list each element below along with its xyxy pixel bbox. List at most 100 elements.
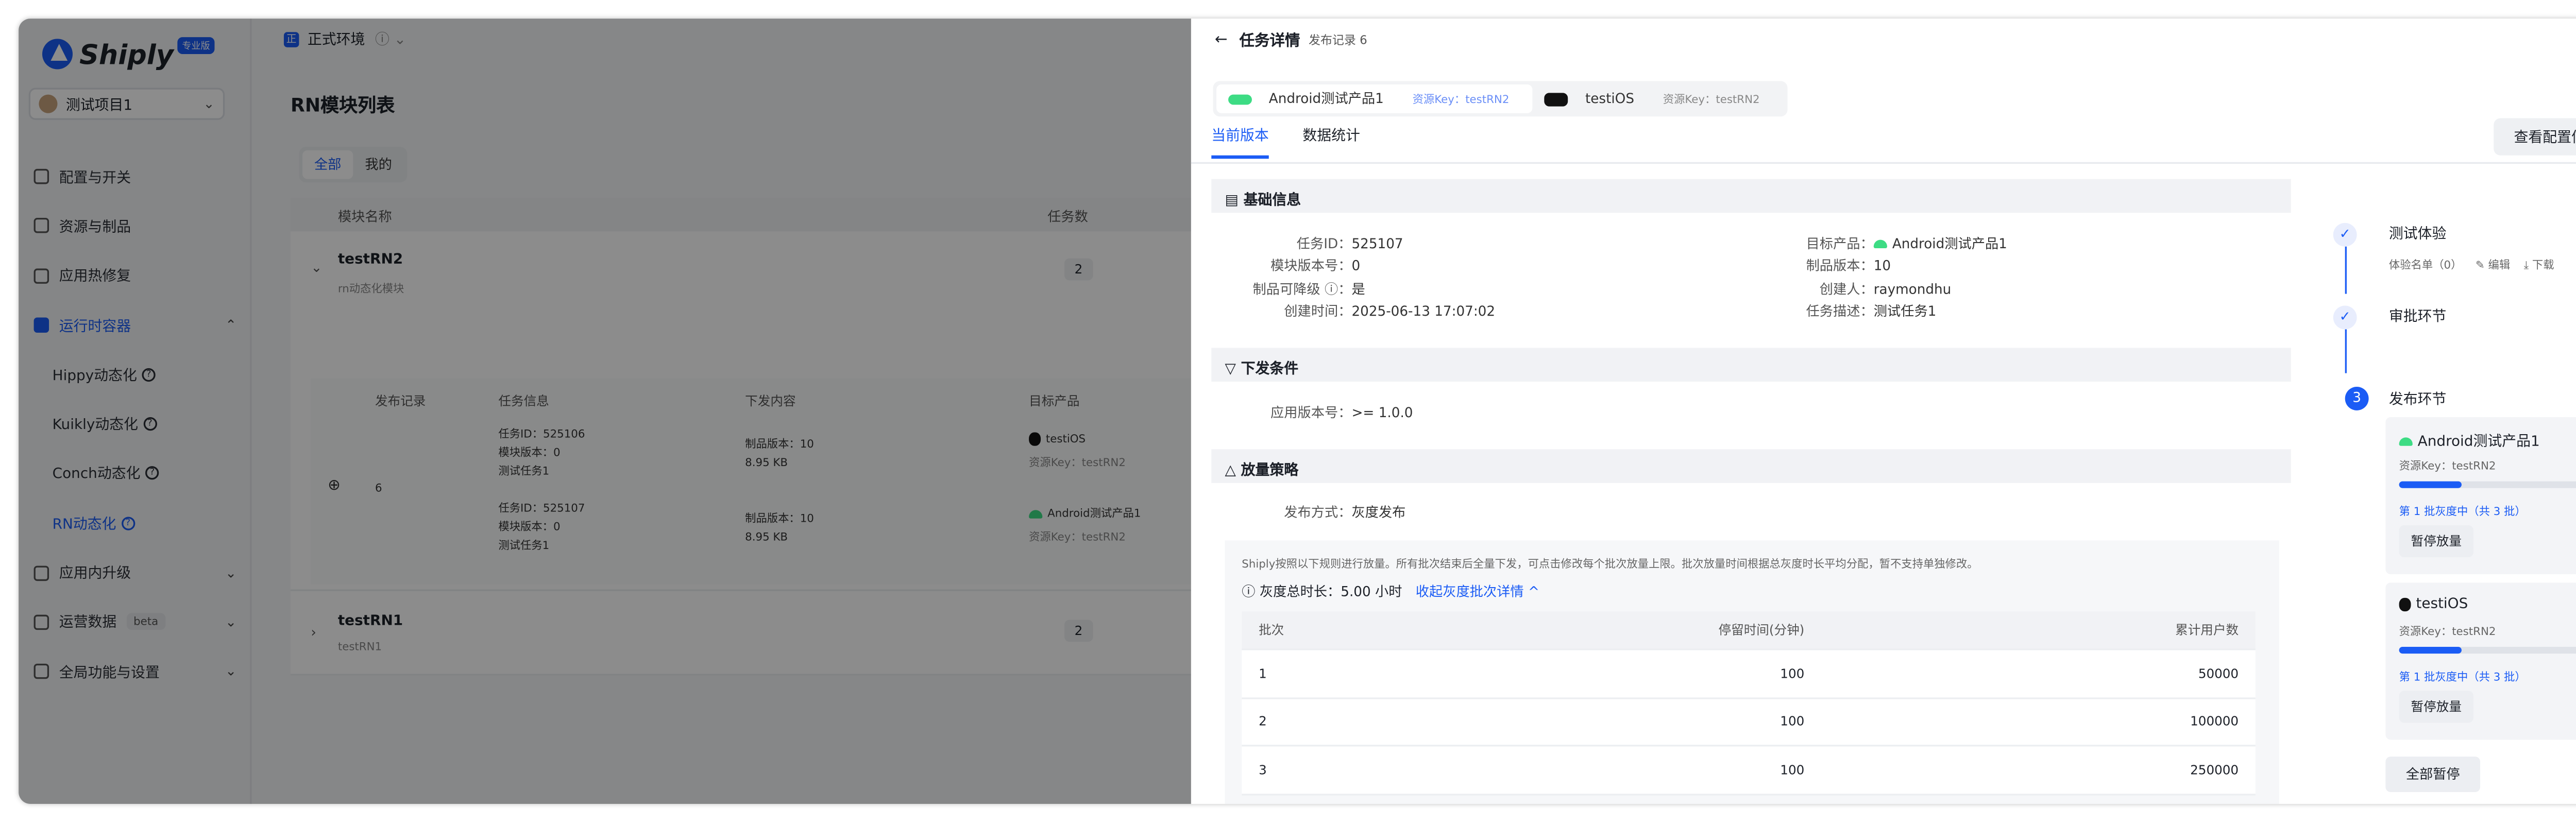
section-strategy: △ 放量策略 bbox=[1211, 449, 2291, 483]
col-batch: 批次 bbox=[1259, 622, 1284, 638]
drawer-subtitle: 发布记录 6 bbox=[1309, 32, 1367, 47]
tab-key: 资源Key：testRN2 bbox=[1412, 93, 1510, 107]
tab-ios-product[interactable]: testiOS 资源Key：testRN2 bbox=[1533, 84, 1783, 113]
batch-no: 2 bbox=[1259, 714, 1267, 729]
field-label: 应用版本号： bbox=[1270, 405, 1352, 421]
app-window: Shiply 专业版 测试项目1 ⌄ 配置与开关 资源与制品 应用热修复 运行时… bbox=[19, 19, 2576, 804]
android-icon bbox=[1873, 239, 1887, 249]
progress-fill bbox=[2399, 646, 2462, 654]
rollout-duration: ⓘ 灰度总时长：5.00 小时 收起灰度批次详情 ^ bbox=[1242, 582, 1539, 601]
section-title: 放量策略 bbox=[1241, 462, 1299, 480]
product-name: testiOS bbox=[2416, 596, 2468, 613]
pause-all-button[interactable]: 全部暂停 bbox=[2385, 757, 2481, 792]
field-label: 制品版本： bbox=[1806, 259, 1874, 274]
field-value: 是 bbox=[1351, 281, 1365, 297]
batch-row: 3 100 250000 bbox=[1242, 746, 2256, 795]
users: 250000 bbox=[2190, 762, 2239, 778]
divider bbox=[1191, 162, 2576, 164]
step-connector bbox=[2344, 246, 2346, 294]
release-steps: ✓ 测试体验 体验名单（0） ✎ 编辑 ⤓ 下载 ✓ 审批环节 3 发布环节 A… bbox=[2318, 189, 2576, 804]
tab-android-product[interactable]: Android测试产品1 资源Key：testRN2 bbox=[1216, 84, 1533, 113]
field-value: >= 1.0.0 bbox=[1351, 405, 1413, 421]
edit-link[interactable]: ✎ 编辑 bbox=[2476, 259, 2510, 272]
step-connector bbox=[2344, 329, 2346, 373]
field-value: raymondhu bbox=[1873, 281, 1952, 297]
field-value: Android测试产品1 bbox=[1892, 236, 2007, 252]
field-value: 测试任务1 bbox=[1873, 303, 1937, 319]
basic-right: 目标产品： Android测试产品1 制品版本：10 创建人：raymondhu … bbox=[1783, 233, 2007, 323]
tab-label: testiOS bbox=[1585, 91, 1635, 107]
duration-text: 灰度总时长：5.00 小时 bbox=[1259, 584, 1402, 600]
batch-row: 2 100 100000 bbox=[1242, 698, 2256, 747]
users: 50000 bbox=[2198, 665, 2239, 681]
field-label: 目标产品： bbox=[1806, 236, 1874, 252]
condition-row: 应用版本号：>= 1.0.0 bbox=[1233, 404, 1413, 422]
tab-label: Android测试产品1 bbox=[1268, 91, 1384, 107]
collapse-batches-link[interactable]: 收起灰度批次详情 ^ bbox=[1416, 585, 1539, 600]
field-label: 模块版本号： bbox=[1270, 259, 1352, 274]
step-number: 3 bbox=[2345, 386, 2369, 410]
batch-no: 1 bbox=[1259, 665, 1267, 681]
doc-icon: ▤ bbox=[1225, 192, 1244, 210]
section-basic-info: ▤ 基础信息 bbox=[1211, 179, 2291, 213]
section-conditions: ▽ 下发条件 bbox=[1211, 348, 2291, 382]
resource-key: 资源Key：testRN2 bbox=[2399, 625, 2496, 639]
drawer-title: 任务详情 bbox=[1239, 33, 1300, 51]
section-title: 下发条件 bbox=[1241, 361, 1299, 379]
apple-icon bbox=[2399, 597, 2411, 611]
col-stay-time: 停留时间(分钟) bbox=[1718, 622, 1805, 638]
field-label: 创建人： bbox=[1819, 281, 1874, 297]
download-link[interactable]: ⤓ 下载 bbox=[2524, 259, 2554, 272]
col-users: 累计用户数 bbox=[2175, 622, 2239, 638]
apple-icon bbox=[1545, 92, 1569, 106]
users: 100000 bbox=[2190, 714, 2239, 729]
basic-left: 任务ID：525107 模块版本号：0 制品可降级 ⓘ：是 创建时间：2025-… bbox=[1233, 233, 1495, 323]
field-value: 525107 bbox=[1351, 236, 1403, 252]
pause-rollout-button[interactable]: 暂停放量 bbox=[2399, 525, 2473, 558]
field-label: 制品可降级 ⓘ： bbox=[1252, 281, 1352, 297]
batch-status: 第 1 批灰度中（共 3 批） bbox=[2399, 505, 2526, 519]
product-rollout-card: testiOS 资源Key：testRN2 第 1 批灰度中（共 3 批） 暂停… bbox=[2385, 582, 2576, 740]
rollout-note: Shiply按照以下规则进行放量。所有批次结束后全量下发，可点击修改每个批次放量… bbox=[1242, 557, 1978, 571]
batch-row: 1 100 50000 bbox=[1242, 650, 2256, 698]
step-approval: 审批环节 bbox=[2388, 309, 2447, 326]
modal-backdrop[interactable] bbox=[19, 19, 1191, 804]
progress-fill bbox=[2399, 481, 2462, 488]
pause-rollout-button[interactable]: 暂停放量 bbox=[2399, 691, 2473, 723]
stay-time: 100 bbox=[1780, 665, 1805, 681]
filter-icon: ▽ bbox=[1225, 361, 1241, 379]
back-arrow-icon[interactable]: ← bbox=[1215, 31, 1228, 48]
product-name: Android测试产品1 bbox=[2417, 434, 2540, 451]
batch-no: 3 bbox=[1259, 762, 1267, 778]
publish-step-card: 3 发布环节 Android测试产品1 资源Key：testRN2 第 1 批灰… bbox=[2334, 373, 2576, 804]
field-label: 任务ID： bbox=[1296, 236, 1352, 252]
progress-bar bbox=[2399, 646, 2576, 654]
field-label: 创建时间： bbox=[1284, 303, 1352, 319]
task-detail-drawer: ← 任务详情 发布记录 6 Android测试产品1 资源Key：testRN2 … bbox=[1191, 19, 2576, 804]
drawer-header: ← 任务详情 发布记录 6 bbox=[1215, 29, 1367, 51]
rollout-panel: Shiply按照以下规则进行放量。所有批次结束后全量下发，可点击修改每个批次放量… bbox=[1225, 540, 2279, 804]
view-config-button[interactable]: 查看配置信息 bbox=[2494, 118, 2576, 156]
step-test-sub: 体验名单（0） ✎ 编辑 ⤓ 下载 bbox=[2389, 255, 2554, 273]
batch-table: 批次 停留时间(分钟) 累计用户数 1 100 50000 2 100 100000 3 10… bbox=[1242, 611, 2256, 795]
tab-statistics[interactable]: 数据统计 bbox=[1302, 125, 1360, 159]
product-tabs: Android测试产品1 资源Key：testRN2 testiOS 资源Key：t… bbox=[1213, 81, 1787, 117]
field-value: 灰度发布 bbox=[1351, 505, 1406, 521]
android-icon bbox=[1228, 94, 1252, 104]
tab-key: 资源Key：testRN2 bbox=[1663, 93, 1760, 107]
edit-label: 编辑 bbox=[2488, 258, 2511, 272]
section-title: 基础信息 bbox=[1243, 192, 1301, 210]
field-value: 2025-06-13 17:07:02 bbox=[1351, 303, 1496, 319]
progress-bar bbox=[2399, 481, 2576, 488]
rollout-icon: △ bbox=[1225, 462, 1241, 480]
step-publish: 发布环节 bbox=[2388, 391, 2447, 409]
view-tabs: 当前版本 数据统计 bbox=[1211, 125, 1360, 159]
tab-current-version[interactable]: 当前版本 bbox=[1211, 125, 1269, 159]
whitelist-count: 体验名单（0） bbox=[2388, 258, 2462, 272]
field-value: 10 bbox=[1873, 259, 1891, 274]
product-rollout-card: Android测试产品1 资源Key：testRN2 第 1 批灰度中（共 3 … bbox=[2385, 417, 2576, 574]
android-icon bbox=[2399, 437, 2413, 446]
check-icon: ✓ bbox=[2333, 222, 2357, 247]
resource-key: 资源Key：testRN2 bbox=[2399, 459, 2496, 473]
stay-time: 100 bbox=[1780, 762, 1805, 778]
